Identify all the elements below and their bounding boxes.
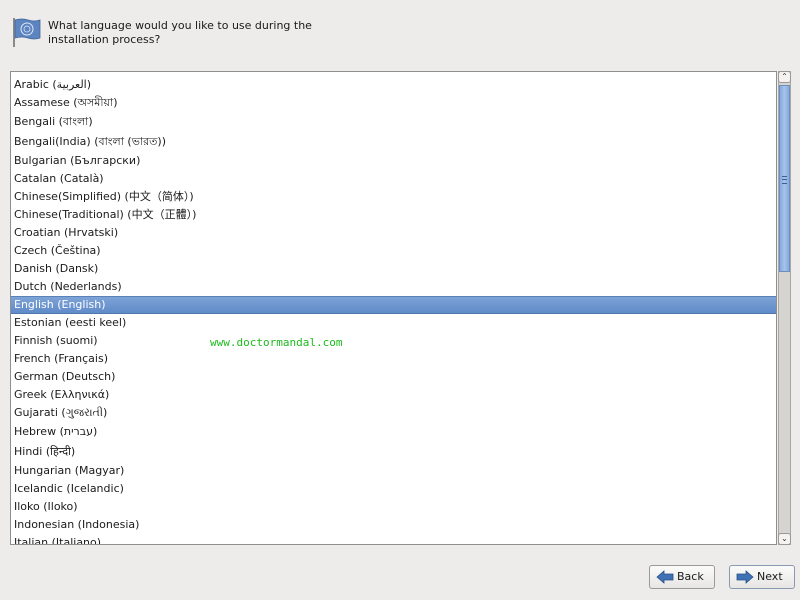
next-button[interactable]: Next bbox=[729, 565, 795, 589]
watermark-text: www.doctormandal.com bbox=[210, 336, 343, 349]
arrow-left-icon bbox=[656, 570, 674, 584]
language-list-item[interactable]: Icelandic (Icelandic) bbox=[11, 480, 776, 498]
language-list-item[interactable]: Finnish (suomi) bbox=[11, 332, 776, 350]
language-list-item[interactable]: German (Deutsch) bbox=[11, 368, 776, 386]
page-question: What language would you like to use duri… bbox=[48, 19, 312, 46]
language-list-item[interactable]: Assamese (অসমীয়া) bbox=[11, 94, 776, 112]
language-list-item[interactable]: Arabic (العربية) bbox=[11, 76, 776, 94]
header: What language would you like to use duri… bbox=[0, 0, 800, 60]
language-list-item[interactable]: Bengali(India) (বাংলা (ভারত)) bbox=[11, 132, 776, 152]
language-list-item[interactable]: French (Français) bbox=[11, 350, 776, 368]
grip-icon bbox=[782, 176, 787, 184]
language-list-item[interactable]: Hebrew (עברית) bbox=[11, 422, 776, 442]
next-button-label: Next bbox=[757, 570, 783, 583]
language-list-item[interactable]: Italian (Italiano) bbox=[11, 534, 776, 544]
language-list-item[interactable]: Czech (Čeština) bbox=[11, 242, 776, 260]
back-button-label: Back bbox=[677, 570, 704, 583]
language-list-item[interactable]: Indonesian (Indonesia) bbox=[11, 516, 776, 534]
chevron-down-icon: ⌄ bbox=[781, 534, 788, 543]
language-list-item[interactable]: Hindi (हिन्दी) bbox=[11, 442, 776, 462]
language-list-item[interactable]: Danish (Dansk) bbox=[11, 260, 776, 278]
language-list-item[interactable]: Estonian (eesti keel) bbox=[11, 314, 776, 332]
language-list-item[interactable]: Chinese(Traditional) (中文（正體）) bbox=[11, 206, 776, 224]
language-list-item[interactable]: Chinese(Simplified) (中文（简体）) bbox=[11, 188, 776, 206]
language-list[interactable]: Albanian (Shqip)Arabic (العربية)Assamese… bbox=[10, 71, 777, 545]
language-list-scrollbar[interactable]: ⌃ ⌄ bbox=[778, 71, 791, 545]
language-list-item[interactable]: Catalan (Català) bbox=[11, 170, 776, 188]
scroll-up-button[interactable]: ⌃ bbox=[778, 71, 791, 83]
language-list-items: Albanian (Shqip)Arabic (العربية)Assamese… bbox=[11, 72, 776, 544]
language-list-item[interactable]: Croatian (Hrvatski) bbox=[11, 224, 776, 242]
chevron-up-icon: ⌃ bbox=[781, 72, 788, 81]
language-list-item[interactable]: Bengali (বাংলা) bbox=[11, 112, 776, 132]
language-list-item[interactable]: Hungarian (Magyar) bbox=[11, 462, 776, 480]
scroll-down-button[interactable]: ⌄ bbox=[778, 533, 791, 545]
language-list-item[interactable]: Iloko (Iloko) bbox=[11, 498, 776, 516]
installer-flag-icon bbox=[13, 18, 41, 47]
language-list-item[interactable]: Bulgarian (Български) bbox=[11, 152, 776, 170]
language-list-item[interactable]: English (English) bbox=[11, 296, 776, 314]
language-list-item[interactable]: Dutch (Nederlands) bbox=[11, 278, 776, 296]
language-list-item[interactable]: Greek (Ελληνικά) bbox=[11, 386, 776, 404]
scrollbar-thumb[interactable] bbox=[779, 85, 790, 272]
back-button[interactable]: Back bbox=[649, 565, 715, 589]
language-list-item[interactable]: Gujarati (ગુજરાતી) bbox=[11, 404, 776, 422]
arrow-right-icon bbox=[736, 570, 754, 584]
